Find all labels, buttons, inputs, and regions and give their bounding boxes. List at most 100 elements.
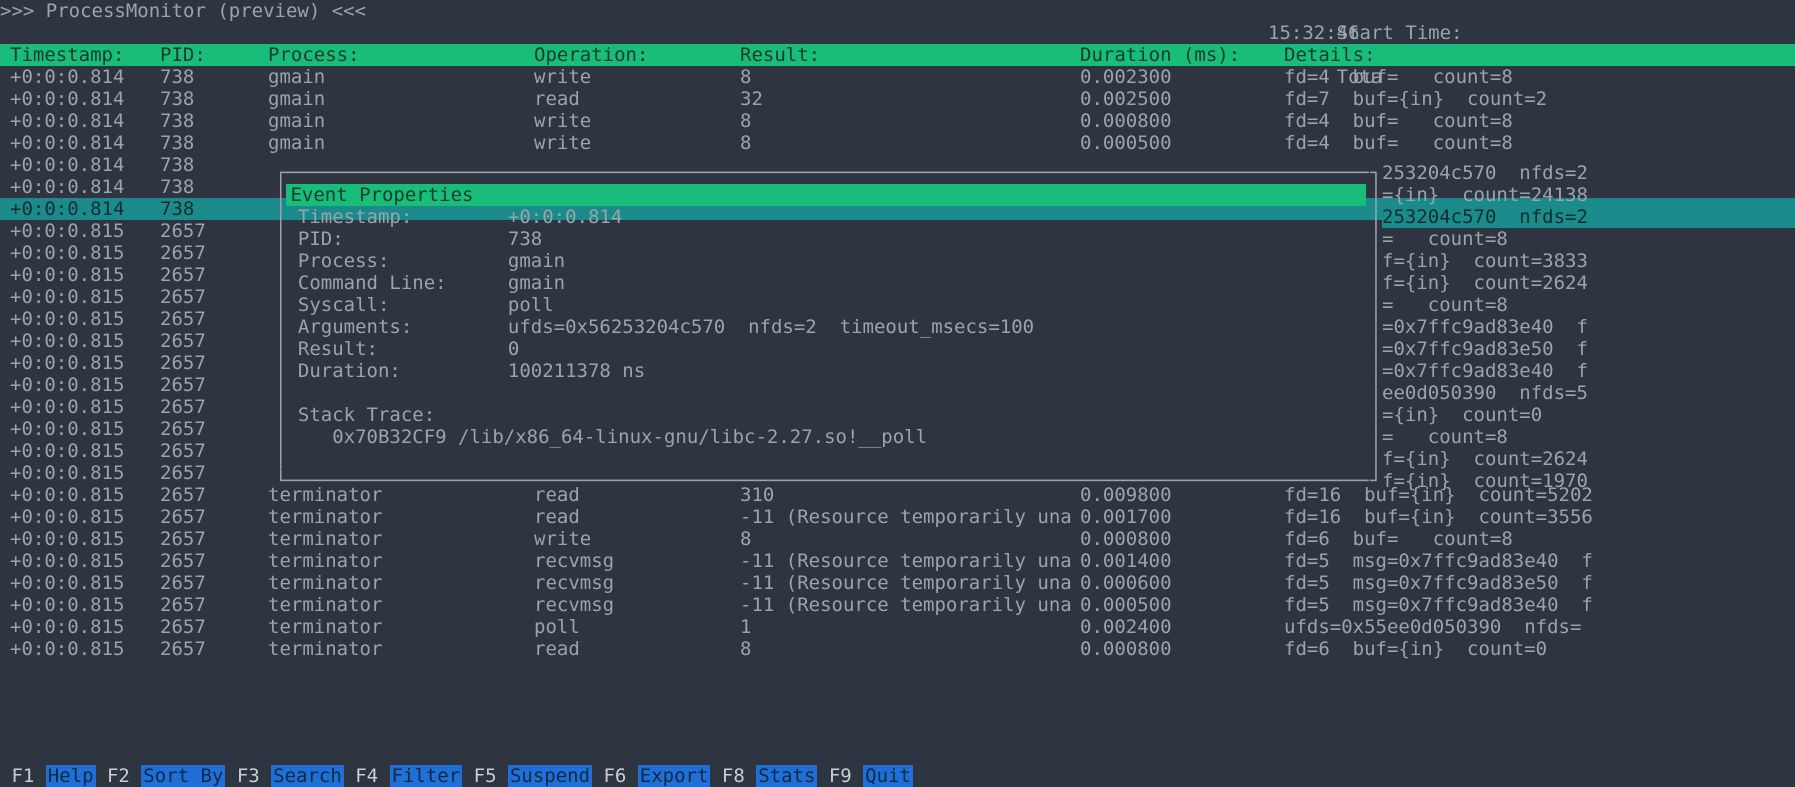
table-row[interactable]: +0:0:0.814738gmainwrite80.000800fd=4 buf… xyxy=(0,110,1795,132)
cell-pid: 738 xyxy=(160,110,268,132)
table-row[interactable]: +0:0:0.8152657terminatorrecvmsg-11 (Reso… xyxy=(0,572,1795,594)
table-row[interactable]: +0:0:0.8152657terminatorrecvmsg-11 (Reso… xyxy=(0,550,1795,572)
popup-field-row: │ PID:738 xyxy=(275,228,1369,250)
cell-pid: 2657 xyxy=(160,462,268,484)
cell-process: terminator xyxy=(268,528,534,550)
table-row[interactable]: +0:0:0.8152657terminatorpoll10.002400ufd… xyxy=(0,616,1795,638)
cell-result: 8 xyxy=(740,66,1080,88)
fn-quit-button[interactable]: Quit xyxy=(863,765,913,787)
popup-border-right-icon: │ xyxy=(1370,360,1382,382)
stack-trace-line: 0x70B32CF9 /lib/x86_64-linux-gnu/libc-2.… xyxy=(298,426,927,448)
fn-key: F1 xyxy=(0,765,46,787)
cell-pid: 2657 xyxy=(160,374,268,396)
details-fragment: │= count=8 xyxy=(1370,294,1795,316)
popup-field-value: 100211378 ns xyxy=(508,360,645,382)
event-properties-popup[interactable]: ┌───────────────────────────────────────… xyxy=(275,162,1369,492)
cell-duration: 0.000500 xyxy=(1080,132,1284,154)
popup-border-bottom: └───────────────────────────────────────… xyxy=(275,470,1369,492)
column-header[interactable]: Timestamp: PID: Process: Operation: Resu… xyxy=(0,44,1795,66)
fn-filter-button[interactable]: Filter xyxy=(390,765,463,787)
table-row[interactable]: +0:0:0.8152657terminatorrecvmsg-11 (Reso… xyxy=(0,594,1795,616)
fn-sort-by-button[interactable]: Sort By xyxy=(141,765,225,787)
cell-timestamp: +0:0:0.815 xyxy=(0,242,160,264)
col-pid[interactable]: PID: xyxy=(160,44,268,66)
cell-process: gmain xyxy=(268,132,534,154)
popup-field-value: 0 xyxy=(508,338,519,360)
cell-result: -11 (Resource temporarily una xyxy=(740,506,1080,528)
cell-details: fd=16 buf={in} count=3556 xyxy=(1284,506,1795,528)
details-fragment-text: =0x7ffc9ad83e40 f xyxy=(1382,360,1795,382)
cell-duration: 0.000500 xyxy=(1080,594,1284,616)
cell-pid: 2657 xyxy=(160,396,268,418)
cell-pid: 2657 xyxy=(160,594,268,616)
cell-timestamp: +0:0:0.814 xyxy=(0,88,160,110)
cell-duration: 0.000600 xyxy=(1080,572,1284,594)
popup-border-right-icon: ┐ xyxy=(1370,162,1382,184)
title-bar: >>> ProcessMonitor (preview) <<< Start T… xyxy=(0,0,1795,22)
cell-operation: write xyxy=(534,528,740,550)
cell-result: -11 (Resource temporarily una xyxy=(740,594,1080,616)
popup-field-row: │ Command Line:gmain xyxy=(275,272,1369,294)
table-row[interactable]: +0:0:0.814738gmainread320.002500fd=7 buf… xyxy=(0,88,1795,110)
cell-pid: 2657 xyxy=(160,264,268,286)
fn-help-button[interactable]: Help xyxy=(46,765,96,787)
cell-details: fd=6 buf= count=8 xyxy=(1284,528,1795,550)
cell-duration: 0.001400 xyxy=(1080,550,1284,572)
popup-field-value: +0:0:0.814 xyxy=(508,206,622,228)
fn-stats-button[interactable]: Stats xyxy=(756,765,817,787)
fn-export-button[interactable]: Export xyxy=(638,765,711,787)
details-fragment: │= count=8 xyxy=(1370,228,1795,250)
col-timestamp[interactable]: Timestamp: xyxy=(0,44,160,66)
table-row[interactable]: +0:0:0.8152657terminatorread80.000800fd=… xyxy=(0,638,1795,660)
cell-pid: 2657 xyxy=(160,506,268,528)
table-row[interactable]: +0:0:0.8152657terminatorread-11 (Resourc… xyxy=(0,506,1795,528)
function-key-bar[interactable]: F1 Help F2 Sort By F3 Search F4 Filter F… xyxy=(0,765,1795,787)
cell-process: terminator xyxy=(268,638,534,660)
fn-key: F4 xyxy=(344,765,390,787)
table-row[interactable]: +0:0:0.814738gmainwrite80.000500fd=4 buf… xyxy=(0,132,1795,154)
cell-timestamp: +0:0:0.815 xyxy=(0,594,160,616)
details-fragment: │253204c570 nfds=2 xyxy=(1370,206,1795,228)
cell-operation: write xyxy=(534,66,740,88)
cell-pid: 2657 xyxy=(160,572,268,594)
popup-field-label: Duration: xyxy=(298,360,508,382)
cell-pid: 738 xyxy=(160,154,268,176)
popup-border-right-icon: │ xyxy=(1370,272,1382,294)
popup-field-value: gmain xyxy=(508,272,565,294)
col-operation[interactable]: Operation: xyxy=(534,44,740,66)
popup-field-label: Process: xyxy=(298,250,508,272)
table-row[interactable]: +0:0:0.814738gmainwrite80.002300fd=4 buf… xyxy=(0,66,1795,88)
popup-field-label: Command Line: xyxy=(298,272,508,294)
cell-timestamp: +0:0:0.814 xyxy=(0,176,160,198)
cell-timestamp: +0:0:0.815 xyxy=(0,308,160,330)
cell-pid: 2657 xyxy=(160,550,268,572)
cell-operation: recvmsg xyxy=(534,572,740,594)
popup-field-label: PID: xyxy=(298,228,508,250)
cell-timestamp: +0:0:0.815 xyxy=(0,374,160,396)
details-fragment: │ee0d050390 nfds=5 xyxy=(1370,382,1795,404)
popup-fields: │ Timestamp:+0:0:0.814│ PID:738│ Process… xyxy=(275,206,1369,382)
popup-border-right-icon: │ xyxy=(1370,294,1382,316)
col-result[interactable]: Result: xyxy=(740,44,1080,66)
col-process[interactable]: Process: xyxy=(268,44,534,66)
cell-pid: 2657 xyxy=(160,638,268,660)
details-fragment-text: = count=8 xyxy=(1382,228,1795,250)
popup-border-right-icon: │ xyxy=(1370,250,1382,272)
fn-suspend-button[interactable]: Suspend xyxy=(508,765,592,787)
cell-details: fd=5 msg=0x7ffc9ad83e40 f xyxy=(1284,594,1795,616)
col-duration[interactable]: Duration (ms): xyxy=(1080,44,1284,66)
cell-timestamp: +0:0:0.815 xyxy=(0,484,160,506)
cell-pid: 2657 xyxy=(160,286,268,308)
cell-pid: 738 xyxy=(160,66,268,88)
col-details[interactable]: Details: xyxy=(1284,44,1795,66)
fn-key: F3 xyxy=(225,765,271,787)
cell-pid: 2657 xyxy=(160,220,268,242)
app-title: >>> ProcessMonitor (preview) <<< xyxy=(0,0,1268,22)
details-fragment-text: =0x7ffc9ad83e50 f xyxy=(1382,338,1795,360)
cell-pid: 738 xyxy=(160,88,268,110)
cell-details: fd=4 buf= count=8 xyxy=(1284,66,1795,88)
cell-details: fd=4 buf= count=8 xyxy=(1284,110,1795,132)
fn-search-button[interactable]: Search xyxy=(271,765,344,787)
table-row[interactable]: +0:0:0.8152657terminatorwrite80.000800fd… xyxy=(0,528,1795,550)
cell-timestamp: +0:0:0.815 xyxy=(0,418,160,440)
